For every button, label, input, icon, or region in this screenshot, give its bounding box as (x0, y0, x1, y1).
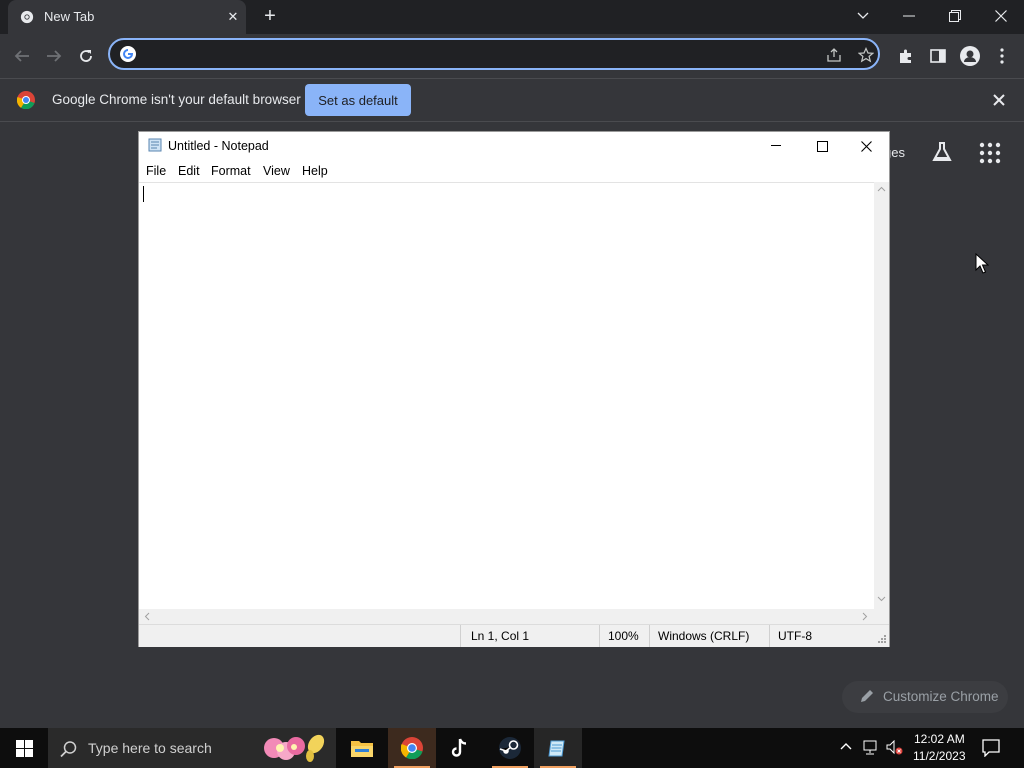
show-hidden-icons-chevron-icon[interactable] (840, 742, 852, 750)
notepad-app-icon (148, 138, 162, 152)
menu-format[interactable]: Format (211, 164, 251, 178)
notepad-status-bar: Ln 1, Col 1 100% Windows (CRLF) UTF-8 (139, 624, 889, 647)
share-icon[interactable] (826, 47, 842, 63)
tiktok-icon (451, 738, 467, 757)
back-button[interactable] (10, 44, 34, 68)
extensions-icon[interactable] (894, 44, 918, 68)
google-g-icon (120, 46, 136, 62)
taskbar-notepad[interactable] (534, 728, 582, 768)
close-window-icon[interactable] (978, 0, 1024, 32)
menu-edit[interactable]: Edit (178, 164, 200, 178)
tab-close-icon[interactable]: ✕ (224, 8, 242, 26)
notepad-window: Untitled - Notepad File Edit Format View… (138, 131, 890, 647)
tab-new-tab[interactable]: New Tab ✕ (8, 0, 246, 34)
minimize-window-icon[interactable] (886, 0, 932, 32)
google-apps-icon[interactable] (978, 141, 1002, 165)
status-separator (599, 625, 600, 647)
search-placeholder: Type here to search (88, 740, 212, 756)
mouse-pointer-icon (975, 253, 989, 274)
scroll-up-icon[interactable] (877, 186, 886, 192)
taskbar-tiktok[interactable] (436, 728, 484, 768)
scrollbar-corner (874, 609, 889, 624)
chrome-logo-icon (17, 91, 35, 109)
menu-help[interactable]: Help (302, 164, 328, 178)
taskbar-file-explorer[interactable] (338, 728, 386, 768)
customize-chrome-button[interactable]: Customize Chrome (842, 681, 1008, 713)
start-button[interactable] (0, 728, 48, 768)
notepad-close-icon[interactable] (843, 132, 889, 160)
customize-chrome-label: Customize Chrome (883, 689, 999, 704)
tab-title: New Tab (44, 9, 95, 24)
forward-button[interactable] (42, 44, 66, 68)
profile-avatar-icon[interactable] (958, 44, 982, 68)
infobar-message: Google Chrome isn't your default browser (52, 92, 301, 107)
status-separator (649, 625, 650, 647)
taskbar-chrome[interactable] (388, 728, 436, 768)
vertical-scrollbar[interactable] (874, 182, 889, 609)
text-caret (143, 186, 144, 202)
status-separator (460, 625, 461, 647)
clock-date[interactable]: 11/2/2023 (913, 749, 966, 763)
status-zoom: 100% (608, 629, 639, 643)
bookmark-star-icon[interactable] (858, 47, 874, 63)
default-browser-infobar: Google Chrome isn't your default browser… (0, 78, 1024, 122)
tab-search-icon[interactable] (840, 0, 886, 32)
chrome-menu-icon[interactable] (990, 44, 1014, 68)
volume-muted-icon[interactable] (886, 740, 904, 756)
close-infobar-icon[interactable] (990, 91, 1008, 109)
status-separator (769, 625, 770, 647)
taskbar-steam[interactable] (486, 728, 534, 768)
side-panel-icon[interactable] (926, 44, 950, 68)
status-encoding: UTF-8 (778, 629, 812, 643)
tab-strip: New Tab ✕ + (0, 0, 1024, 34)
steam-icon (499, 737, 521, 759)
status-cursor-position: Ln 1, Col 1 (471, 629, 530, 643)
chrome-icon (401, 737, 423, 759)
scroll-left-icon[interactable] (144, 612, 150, 621)
windows-logo-icon (15, 739, 33, 757)
scroll-down-icon[interactable] (877, 596, 886, 602)
notepad-icon (548, 740, 565, 757)
taskbar-search-box[interactable]: Type here to search (48, 728, 336, 768)
notepad-maximize-icon[interactable] (799, 132, 845, 160)
restore-window-icon[interactable] (932, 0, 978, 32)
chrome-favicon-icon (20, 10, 34, 24)
file-explorer-icon (351, 741, 373, 757)
horizontal-scrollbar[interactable] (139, 609, 874, 624)
menu-file[interactable]: File (146, 164, 166, 178)
menu-view[interactable]: View (263, 164, 290, 178)
resize-grip-icon[interactable] (877, 634, 887, 644)
notepad-minimize-icon[interactable] (753, 132, 799, 160)
notepad-menubar: File Edit Format View Help (139, 162, 889, 182)
network-icon[interactable] (862, 740, 880, 756)
reload-button[interactable] (74, 44, 98, 68)
windows-taskbar: Type here to search 12:02 AM 11/2/2023 (0, 728, 1024, 768)
address-bar[interactable] (108, 38, 880, 70)
set-as-default-button[interactable]: Set as default (305, 84, 411, 116)
search-icon (60, 741, 77, 758)
scroll-right-icon[interactable] (862, 612, 868, 621)
clock-time[interactable]: 12:02 AM (914, 732, 965, 746)
search-highlights-flowers-icon (264, 734, 325, 762)
new-tab-button[interactable]: + (260, 6, 280, 26)
notepad-text-area[interactable] (139, 182, 874, 610)
pencil-icon (861, 690, 873, 702)
status-line-ending: Windows (CRLF) (658, 629, 750, 643)
notepad-title: Untitled - Notepad (168, 139, 269, 153)
notifications-icon[interactable] (982, 739, 1000, 757)
labs-flask-icon[interactable] (930, 140, 954, 164)
